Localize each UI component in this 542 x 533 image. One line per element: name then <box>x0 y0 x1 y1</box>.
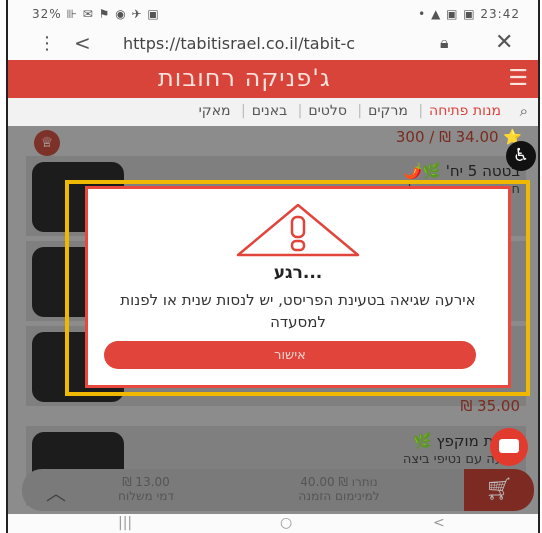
hamburger-icon[interactable]: ☰ <box>508 66 528 91</box>
android-nav-bar: ||| ○ < <box>8 514 538 533</box>
delivery-amount: ₪ 13.00 <box>122 475 170 489</box>
tabs-list: מנות פתיחה | מרקים | סלטים | באנים | מאקי <box>196 103 504 119</box>
delivery-label: דמי משלוח <box>118 489 174 503</box>
minimum-order-remaining: נותרו ₪ 40.00 למינימום הזמנה <box>254 475 424 503</box>
confirm-button[interactable]: אישור <box>104 341 476 369</box>
home-button[interactable]: ○ <box>280 515 292 531</box>
share-icon[interactable]: < <box>74 31 91 55</box>
status-left: 32% ⊪ ✉ ⚑ ◉ ✈ ▣ <box>32 7 160 21</box>
url-field[interactable]: https://tabitisrael.co.il/tabit-c <box>123 34 413 53</box>
search-icon[interactable]: ⌕ <box>520 102 528 120</box>
dish-price: ₪ 35.00 <box>460 397 520 415</box>
tab-separator: | <box>241 103 246 119</box>
chevron-up-icon[interactable]: ︿ <box>46 477 66 506</box>
remaining-label: למינימום הזמנה <box>298 489 380 503</box>
tab-buns[interactable]: באנים <box>252 103 287 119</box>
warning-icon <box>236 203 360 257</box>
tab-salads[interactable]: סלטים <box>308 103 347 119</box>
close-icon[interactable]: ✕ <box>495 30 513 55</box>
tab-separator: | <box>357 103 363 119</box>
browser-toolbar: ⋮ < https://tabitisrael.co.il/tabit-c 🔒︎… <box>8 28 538 60</box>
chat-icon <box>499 439 519 453</box>
recent-apps-button[interactable]: ||| <box>118 515 132 531</box>
tab-soups[interactable]: מרקים <box>368 103 408 119</box>
lock-icon[interactable]: 🔒︎ <box>440 33 449 53</box>
error-dialog: רגע... אירעה שגיאה בטעינת הפריסט, יש לנס… <box>88 189 508 385</box>
tab-separator: | <box>297 103 303 119</box>
back-button[interactable]: < <box>433 515 445 531</box>
app-header: ג'פניקה רחובות ☰ <box>8 60 538 98</box>
status-right: • ▲ ▣ ▣ 23:42 <box>418 7 520 21</box>
dish-name: בטטה 5 יח' 🌿🌶️ <box>403 162 520 180</box>
dialog-message: אירעה שגיאה בטעינת הפריסט, יש לנסות שנית… <box>120 291 476 331</box>
restaurant-title: ג'פניקה רחובות <box>158 64 331 92</box>
delivery-fee: ₪ 13.00 דמי משלוח <box>86 475 206 503</box>
cart-icon[interactable]: 🛒︎ <box>464 469 534 511</box>
category-tabs: ⌕ מנות פתיחה | מרקים | סלטים | באנים | מאקי <box>8 98 538 126</box>
status-bar: 32% ⊪ ✉ ⚑ ◉ ✈ ▣ • ▲ ▣ ▣ 23:42 <box>8 0 538 28</box>
accessibility-icon[interactable]: ♿︎ <box>506 141 536 171</box>
chef-hat-icon[interactable]: ♕ <box>34 130 60 156</box>
tab-maki[interactable]: מאקי <box>199 103 231 119</box>
cart-bar[interactable]: ︿ ₪ 13.00 דמי משלוח נותרו ₪ 40.00 למינימ… <box>22 469 534 511</box>
remaining-amount: נותרו ₪ 40.00 <box>300 475 378 489</box>
tab-separator: | <box>418 103 424 119</box>
chat-button[interactable] <box>490 428 528 466</box>
price-range: 300 / ₪ 34.00 ⭐ <box>395 128 522 146</box>
browser-menu-icon[interactable]: ⋮ <box>38 33 56 54</box>
phone-screen: 32% ⊪ ✉ ⚑ ◉ ✈ ▣ • ▲ ▣ ▣ 23:42 ⋮ < https:… <box>6 0 540 533</box>
dialog-title: רגע... <box>273 263 323 283</box>
tab-starters[interactable]: מנות פתיחה <box>429 103 501 119</box>
